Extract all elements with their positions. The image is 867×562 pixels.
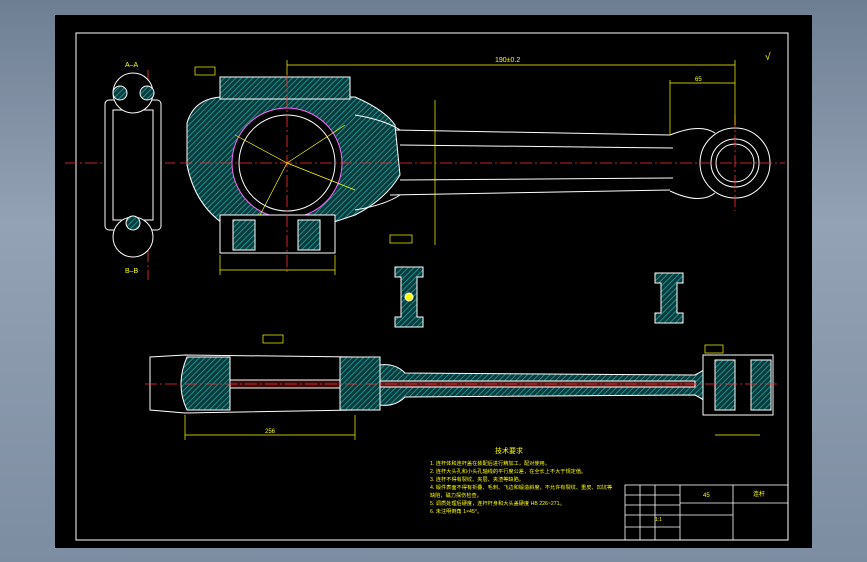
title-part-name: 连杆 xyxy=(753,490,765,498)
dim-center-distance: 190±0.2 xyxy=(495,57,520,64)
main-view xyxy=(186,76,771,254)
tech-title: 技术要求 xyxy=(495,446,523,455)
svg-text:缺陷，磁力探伤检查。: 缺陷，磁力探伤检查。 xyxy=(430,491,482,499)
title-material: 45 xyxy=(703,493,710,499)
svg-text:2. 连杆大头孔和小头孔轴线的平行度公差，在全长上不大于规定: 2. 连杆大头孔和小头孔轴线的平行度公差，在全长上不大于规定值。 xyxy=(430,467,586,475)
technical-requirements: 技术要求 1. 连杆体和连杆盖在装配后进行精加工，配对使用。 2. 连杆大头孔和… xyxy=(430,446,612,515)
section-aa-view xyxy=(104,72,162,258)
section-aa-label: A–A xyxy=(125,62,139,69)
roughness-symbol: √ xyxy=(765,51,771,63)
bottom-view xyxy=(149,354,774,416)
section-bb-label: B–B xyxy=(125,268,139,275)
shank-section-2 xyxy=(654,272,684,324)
title-scale: 1:1 xyxy=(655,517,662,523)
svg-text:1. 连杆体和连杆盖在装配后进行精加工，配对使用。: 1. 连杆体和连杆盖在装配后进行精加工，配对使用。 xyxy=(430,459,550,467)
shank-section-1 xyxy=(394,266,424,328)
cad-viewport[interactable]: 190±0.2 65 A–A B–B 256 技术要求 1. 连杆体和连杆盖在装… xyxy=(0,0,867,562)
svg-text:5. 调质处理后硬度，连杆杆身和大头盖硬度 HB 226~2: 5. 调质处理后硬度，连杆杆身和大头盖硬度 HB 226~271。 xyxy=(430,499,565,507)
dim-end-width: 65 xyxy=(695,77,702,83)
dim-shank-length: 256 xyxy=(265,429,276,435)
drawing-sheet: 190±0.2 65 A–A B–B 256 技术要求 1. 连杆体和连杆盖在装… xyxy=(55,15,812,548)
svg-text:4. 锻件表面不得有折叠、毛刺、飞边和锻造斜度，不允许有裂纹: 4. 锻件表面不得有折叠、毛刺、飞边和锻造斜度，不允许有裂纹、重皮、凹坑等 xyxy=(430,483,612,491)
svg-text:3. 连杆不得有裂纹、夹层、夹渣等缺陷。: 3. 连杆不得有裂纹、夹层、夹渣等缺陷。 xyxy=(430,475,524,483)
svg-text:6. 未注明倒角 1×45°。: 6. 未注明倒角 1×45°。 xyxy=(430,507,482,515)
